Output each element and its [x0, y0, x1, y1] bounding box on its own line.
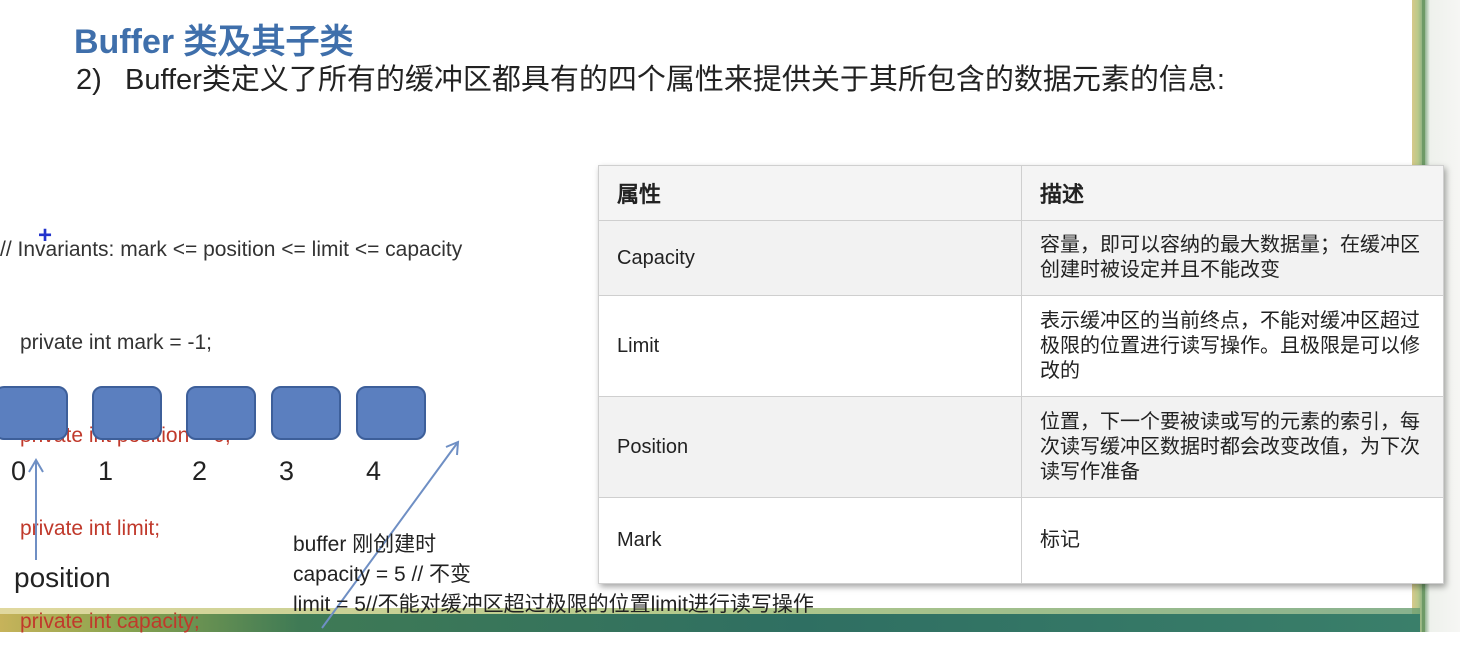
position-arrow-icon: [28, 458, 44, 560]
table-row: Position 位置，下一个要被读或写的元素的索引，每次读写缓冲区数据时都会改…: [598, 396, 1444, 498]
row-name: Capacity: [598, 220, 1022, 296]
row-desc: 位置，下一个要被读或写的元素的索引，每次读写缓冲区数据时都会改变改值，为下次读写…: [1021, 396, 1444, 498]
row-desc: 容量，即可以容纳的最大数据量；在缓冲区创建时被设定并且不能改变: [1021, 220, 1444, 296]
position-label: position: [14, 562, 111, 593]
row-name: Position: [598, 396, 1022, 498]
row-desc: 表示缓冲区的当前终点，不能对缓冲区超过极限的位置进行读写操作。且极限是可以修改的: [1021, 295, 1444, 397]
table-row: Limit 表示缓冲区的当前终点，不能对缓冲区超过极限的位置进行读写操作。且极限…: [598, 295, 1444, 397]
table-header-row: 属性 描述: [598, 165, 1444, 221]
header-description: 描述: [1021, 165, 1444, 221]
row-desc: 标记: [1021, 497, 1444, 584]
header-attribute: 属性: [598, 165, 1022, 221]
row-name: Mark: [598, 497, 1022, 584]
attributes-table: 属性 描述 Capacity 容量，即可以容纳的最大数据量；在缓冲区创建时被设定…: [598, 165, 1444, 584]
note-line-3: limit = 5//不能对缓冲区超过极限的位置limit进行读写操作: [293, 593, 814, 616]
table-row: Capacity 容量，即可以容纳的最大数据量；在缓冲区创建时被设定并且不能改变: [598, 220, 1444, 296]
row-name: Limit: [598, 295, 1022, 397]
table-row: Mark 标记: [598, 497, 1444, 584]
